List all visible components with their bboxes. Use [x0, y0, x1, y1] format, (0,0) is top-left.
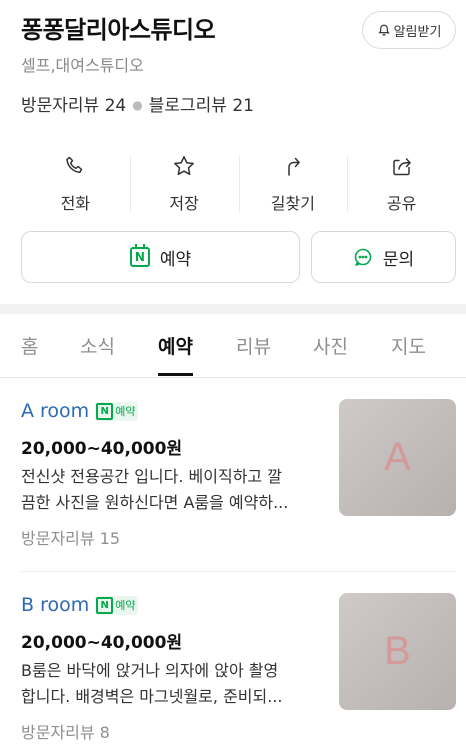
section-divider — [0, 304, 466, 314]
room-price: 20,000~40,000원 — [21, 633, 183, 653]
notify-button[interactable]: 알림받기 — [362, 11, 456, 49]
bell-icon — [378, 24, 390, 36]
share-icon — [392, 158, 411, 176]
room-review-count: 방문자리뷰 8 — [21, 723, 110, 742]
action-row: 전화 저장 길찾기 공유 — [21, 148, 456, 218]
room-description-line: 전신샷 전용공간 입니다. 베이직하고 깔 — [21, 467, 282, 486]
directions-action[interactable]: 길찾기 — [238, 148, 348, 218]
call-action[interactable]: 전화 — [21, 148, 130, 218]
room-thumbnail[interactable]: A — [339, 399, 456, 516]
room-description-line: 끔한 사진을 원하신다면 A룸을 예약하... — [21, 493, 289, 512]
thumbnail-letter: B — [384, 629, 411, 673]
review-summary: 방문자리뷰 24 ● 블로그리뷰 21 — [21, 91, 254, 116]
inquiry-button[interactable]: 문의 — [311, 231, 456, 283]
room-name-text: A room — [21, 400, 90, 422]
place-category: 셀프,대여스튜디오 — [21, 56, 144, 75]
naver-n-icon: N — [96, 402, 114, 420]
chat-bubble-icon — [354, 248, 372, 266]
place-header: 퐁퐁달리아스튜디오 셀프,대여스튜디오 방문자리뷰 24 ● 블로그리뷰 21 알림… — [0, 0, 466, 300]
room-description-line: B룸은 바닥에 앉거나 의자에 앉아 촬영 — [21, 661, 279, 680]
save-label: 저장 — [169, 194, 199, 213]
directions-icon — [288, 157, 300, 176]
room-thumbnail[interactable]: B — [339, 593, 456, 710]
room-review-count: 방문자리뷰 15 — [21, 529, 121, 548]
blog-review-link[interactable]: 블로그리뷰 21 — [149, 96, 254, 116]
tab-photos[interactable]: 사진 — [313, 332, 348, 376]
room-name[interactable]: B room N 예약 — [21, 594, 139, 616]
tab-bar: 홈 소식 예약 리뷰 사진 지도 — [0, 314, 466, 378]
room-name[interactable]: A room N 예약 — [21, 400, 139, 422]
room-price: 20,000~40,000원 — [21, 439, 183, 459]
booking-badge-label: 예약 — [115, 405, 136, 418]
separator-dot: ● — [132, 98, 143, 112]
tab-home[interactable]: 홈 — [21, 332, 38, 376]
booking-badge: N 예약 — [95, 595, 139, 615]
phone-icon — [66, 156, 83, 174]
share-label: 공유 — [386, 194, 417, 213]
save-action[interactable]: 저장 — [129, 148, 239, 218]
tab-reservation[interactable]: 예약 — [158, 332, 193, 376]
naver-booking-icon: N — [129, 244, 150, 267]
tab-news[interactable]: 소식 — [80, 332, 115, 376]
room-name-text: B room — [21, 594, 90, 616]
inquiry-label: 문의 — [382, 249, 415, 270]
reserve-label: 예약 — [159, 249, 192, 270]
directions-label: 길찾기 — [270, 194, 315, 213]
room-description: 전신샷 전용공간 입니다. 베이직하고 깔 끔한 사진을 원하신다면 A룸을 예… — [21, 464, 323, 516]
star-icon — [174, 156, 195, 176]
reserve-button[interactable]: N 예약 — [21, 231, 300, 283]
naver-n-icon: N — [96, 596, 114, 614]
notify-label: 알림받기 — [393, 24, 442, 40]
place-title: 퐁퐁달리아스튜디오 — [21, 16, 216, 44]
visitor-review-link[interactable]: 방문자리뷰 24 — [21, 96, 126, 116]
room-description-line: 합니다. 배경벽은 마그넷월로, 준비되... — [21, 687, 283, 706]
share-action[interactable]: 공유 — [347, 148, 456, 218]
call-label: 전화 — [60, 194, 91, 213]
thumbnail-letter: A — [384, 435, 411, 479]
room-description: B룸은 바닥에 앉거나 의자에 앉아 촬영 합니다. 배경벽은 마그넷월로, 준… — [21, 658, 323, 710]
booking-badge-label: 예약 — [115, 599, 136, 612]
tab-map[interactable]: 지도 — [391, 332, 426, 376]
booking-badge: N 예약 — [95, 401, 139, 421]
item-divider — [21, 571, 456, 572]
tab-reviews[interactable]: 리뷰 — [236, 332, 271, 376]
